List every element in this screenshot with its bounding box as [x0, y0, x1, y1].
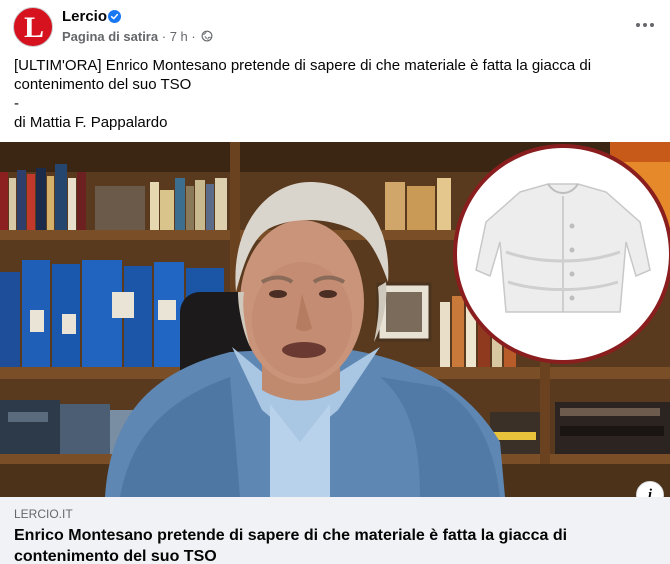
- verified-badge-icon: [108, 10, 121, 23]
- caption-line: contenimento del suo TSO: [14, 76, 192, 93]
- page-avatar[interactable]: L: [13, 7, 53, 47]
- page-name-link[interactable]: Lercio: [62, 8, 107, 26]
- caption-line: di Mattia F. Pappalardo: [14, 114, 168, 131]
- facebook-post: L Lercio Pagina di satira · 7 h · [ULTIM…: [0, 0, 670, 564]
- link-domain: LERCIO.IT: [14, 507, 73, 521]
- post-meta: Pagina di satira · 7 h ·: [62, 29, 213, 45]
- post-photo: [0, 142, 670, 497]
- globe-icon: [201, 30, 213, 42]
- link-title[interactable]: Enrico Montesano pretende di sapere di c…: [14, 525, 614, 564]
- post-header: L Lercio Pagina di satira · 7 h ·: [0, 0, 670, 52]
- caption-line: [ULTIM'ORA] Enrico Montesano pretende di…: [14, 57, 592, 74]
- caption-line: -: [14, 95, 19, 112]
- more-options-icon[interactable]: [628, 10, 662, 40]
- post-image[interactable]: [0, 142, 670, 497]
- link-preview[interactable]: LERCIO.IT Enrico Montesano pretende di s…: [0, 497, 670, 564]
- meta-separator: ·: [161, 29, 167, 44]
- post-caption: [ULTIM'ORA] Enrico Montesano pretende di…: [14, 56, 654, 132]
- page-category: Pagina di satira: [62, 29, 159, 44]
- post-timestamp[interactable]: 7 h: [170, 29, 188, 44]
- lercio-logo: L: [23, 11, 44, 44]
- meta-separator: ·: [191, 29, 196, 44]
